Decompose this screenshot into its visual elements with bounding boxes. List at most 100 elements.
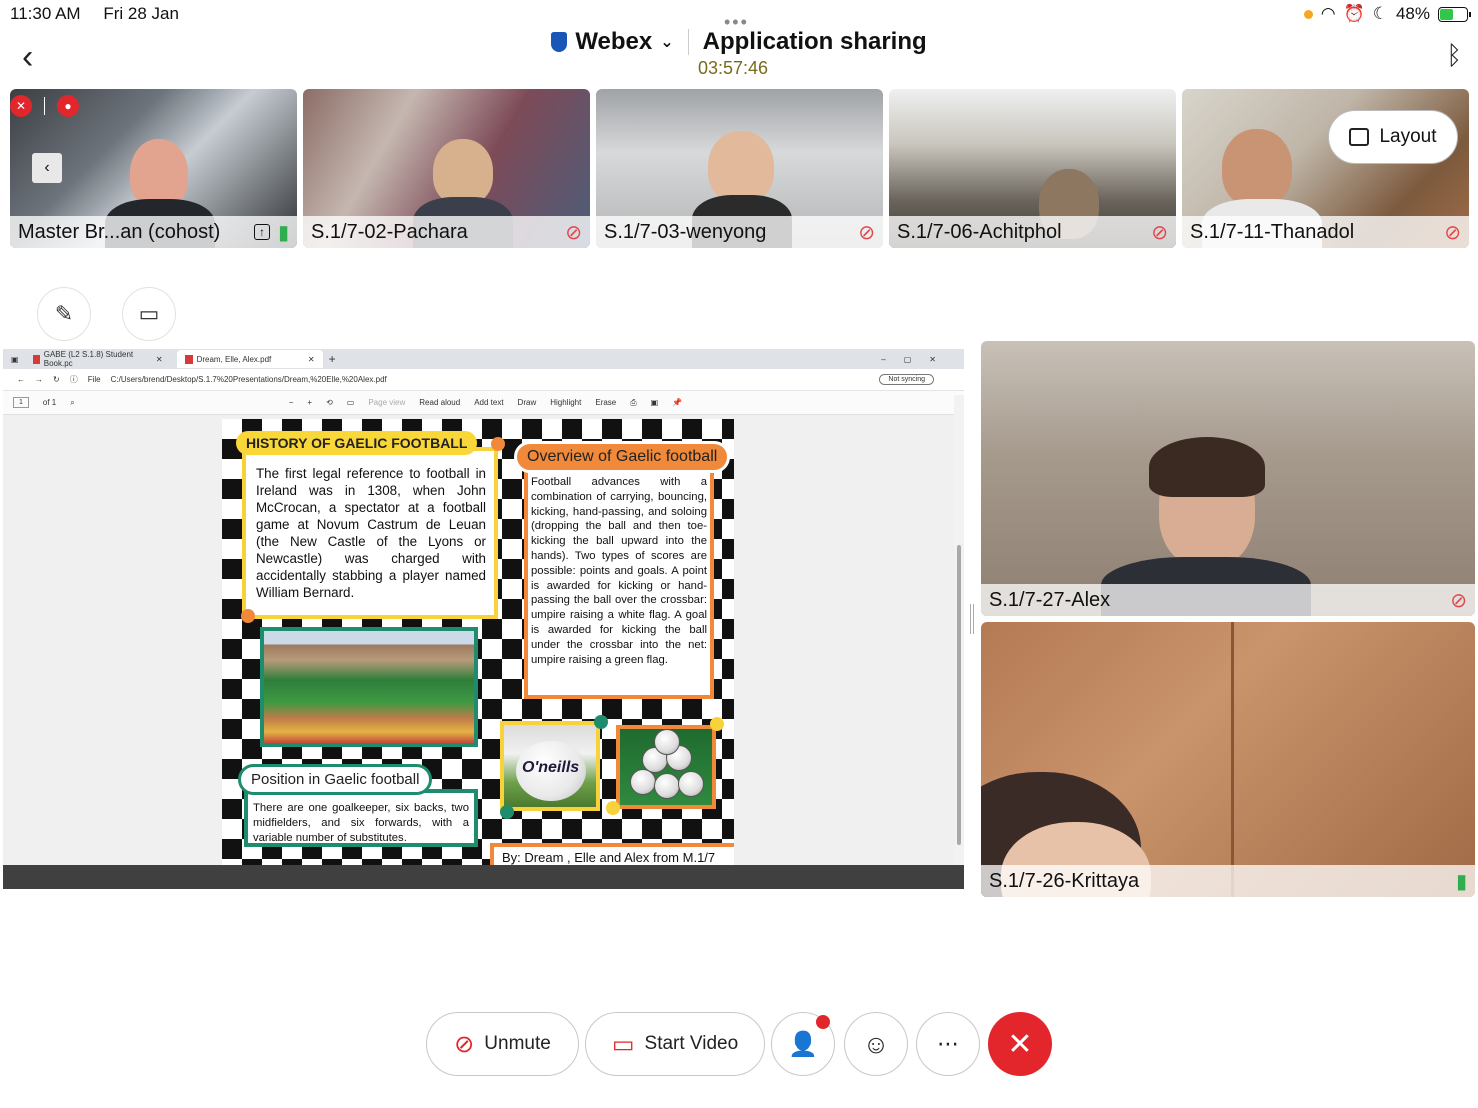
zoom-in-icon[interactable]: + [307, 398, 312, 407]
ball-brand: O'neills [522, 759, 580, 776]
stadium-image [260, 627, 478, 747]
webex-meeting-screen: 11:30 AM Fri 28 Jan ◠ ⏰ ☾ 48% ••• ‹ Webe… [0, 0, 1478, 1108]
participant-name: S.1/7-26-Krittaya [989, 869, 1140, 892]
mini-ball [654, 729, 680, 755]
browser-tab-active[interactable]: Dream, Elle, Alex.pdf ✕ [176, 350, 323, 368]
reload-icon[interactable]: ↻ [53, 375, 60, 384]
record-badge-icon: ● [57, 95, 79, 117]
highlight-button[interactable]: Highlight [550, 398, 581, 407]
decor-dot [500, 805, 514, 819]
participant-label: S.1/7-02-Pachara ⊘ [303, 216, 590, 248]
screen-share-icon[interactable]: ▭ [122, 287, 176, 341]
meeting-title: Application sharing [702, 28, 927, 55]
scroll-thumb[interactable] [957, 545, 961, 845]
draw-button[interactable]: Draw [518, 398, 537, 407]
position-box: There are one goalkeeper, six backs, two… [244, 789, 478, 847]
mic-muted-icon: ⊘ [1450, 589, 1467, 612]
page-number-input[interactable]: 1 [13, 397, 29, 408]
status-bar-right: ◠ ⏰ ☾ 48% [1303, 4, 1471, 24]
strip-back-chevron-icon[interactable]: ‹ [32, 153, 62, 183]
participant-name: S.1/7-11-Thanadol [1190, 220, 1355, 243]
ellipsis-icon: ⋯ [937, 1031, 959, 1056]
rotate-icon[interactable]: ⟲ [326, 398, 333, 407]
browser-tab[interactable]: GABE (L2 S.1.8) Student Book.pc ✕ [25, 350, 171, 368]
unmute-button[interactable]: ⊘ Unmute [426, 1012, 579, 1076]
decor-dot [710, 717, 724, 731]
position-title: Position in Gaelic football [238, 764, 433, 795]
file-label: File [87, 375, 101, 384]
annotate-pen-icon[interactable]: ✎ [37, 287, 91, 341]
decor-dot [606, 801, 620, 815]
mic-indicator-dot [1303, 9, 1313, 19]
window-controls[interactable]: –▢✕ [881, 355, 954, 364]
participant-tile[interactable]: S.1/7-06-Achitphol ⊘ [889, 89, 1176, 248]
webex-menu[interactable]: Webex ⌄ [551, 28, 674, 56]
more-button[interactable]: ⋯ [916, 1012, 980, 1076]
layout-button[interactable]: Layout [1328, 110, 1458, 164]
participant-label: S.1/7-03-wenyong ⊘ [596, 216, 883, 248]
mic-muted-icon: ⊘ [1151, 221, 1168, 244]
participant-tile[interactable]: S.1/7-02-Pachara ⊘ [303, 89, 590, 248]
battery-percent: 48% [1395, 4, 1430, 23]
position-text: There are one goalkeeper, six backs, two… [253, 802, 469, 844]
sharing-icon: ↑ [253, 224, 270, 240]
video-off-icon: ▭ [611, 1030, 635, 1058]
video-tile[interactable]: S.1/7-27-Alex ⊘ [981, 341, 1475, 616]
credits-line: By: Dream , Elle and Alex from M.1/7 [490, 843, 734, 865]
cabinet-seam [1231, 622, 1234, 897]
meeting-title-bar: Webex ⌄ Application sharing [0, 28, 1478, 56]
bluetooth-icon[interactable]: ᛒ [1446, 40, 1462, 71]
start-video-label: Start Video [644, 1033, 739, 1054]
participant-tile[interactable]: S.1/7-03-wenyong ⊘ [596, 89, 883, 248]
pdf-scrollbar[interactable] [954, 395, 964, 865]
nav-forward-icon[interactable]: → [35, 375, 43, 384]
end-meeting-button[interactable]: ✕ [988, 1012, 1052, 1076]
overview-text: Football advances with a combination of … [531, 476, 707, 666]
participant-label: S.1/7-06-Achitphol ⊘ [889, 216, 1176, 248]
recording-badges: ✕ ● [10, 95, 79, 117]
reactions-button[interactable]: ☺ [844, 1012, 908, 1076]
print-icon[interactable]: ⎙ [630, 398, 636, 408]
browser-tab-bar: ▣ GABE (L2 S.1.8) Student Book.pc ✕ Drea… [3, 349, 964, 369]
tab-title: GABE (L2 S.1.8) Student Book.pc [43, 350, 134, 368]
page-view-button[interactable]: Page view [368, 398, 405, 407]
tab-close-icon[interactable]: ✕ [308, 355, 315, 364]
mini-ball [630, 769, 656, 795]
status-time: 11:30 AM [10, 4, 81, 23]
ball-pile-image [616, 725, 716, 809]
video-tile[interactable]: S.1/7-26-Krittaya ▮ [981, 622, 1475, 897]
shared-screen[interactable]: ▣ GABE (L2 S.1.8) Student Book.pc ✕ Drea… [3, 349, 964, 889]
search-icon[interactable]: ⌕ [70, 398, 74, 408]
mic-muted-icon: ⊘ [858, 221, 875, 244]
shared-screen-bottom-strip [3, 865, 964, 889]
participant-label: S.1/7-27-Alex ⊘ [981, 584, 1475, 616]
nav-back-icon[interactable]: ← [17, 375, 25, 384]
fit-icon[interactable]: ▭ [347, 398, 355, 407]
start-video-button[interactable]: ▭ Start Video [585, 1012, 765, 1076]
tab-actions-icon[interactable]: ▣ [11, 355, 19, 364]
tab-close-icon[interactable]: ✕ [156, 355, 163, 364]
emoji-icon: ☺ [862, 1028, 890, 1059]
info-icon: ⓘ [69, 375, 78, 384]
mini-ball [654, 773, 680, 799]
sync-status[interactable]: Not syncing [879, 374, 934, 385]
panel-resize-handle[interactable] [970, 604, 974, 634]
read-aloud-button[interactable]: Read aloud [419, 398, 460, 407]
history-text: The first legal reference to football in… [256, 466, 486, 600]
add-text-button[interactable]: Add text [474, 398, 503, 407]
participant-name: Master Br...an (cohost) [18, 220, 221, 243]
participant-label: S.1/7-26-Krittaya ▮ [981, 865, 1475, 897]
history-title: HISTORY OF GAELIC FOOTBALL [236, 431, 478, 455]
participants-button[interactable]: 👤 [771, 1012, 835, 1076]
participants-icon: 👤 [788, 1030, 818, 1058]
title-divider [687, 29, 689, 55]
gaelic-ball-image: O'neills [500, 721, 600, 811]
url-field[interactable]: C:/Users/brend/Desktop/S.1.7%20Presentat… [111, 375, 387, 384]
zoom-out-icon[interactable]: − [289, 398, 294, 407]
new-tab-icon[interactable]: + [329, 352, 336, 366]
pin-icon[interactable]: 📌 [672, 398, 682, 407]
mini-ball [678, 771, 704, 797]
participant-tile[interactable]: ✕ ● ‹ Master Br...an (cohost) ↑ ▮ [10, 89, 297, 248]
erase-button[interactable]: Erase [595, 398, 616, 407]
save-icon[interactable]: ▣ [651, 398, 659, 407]
